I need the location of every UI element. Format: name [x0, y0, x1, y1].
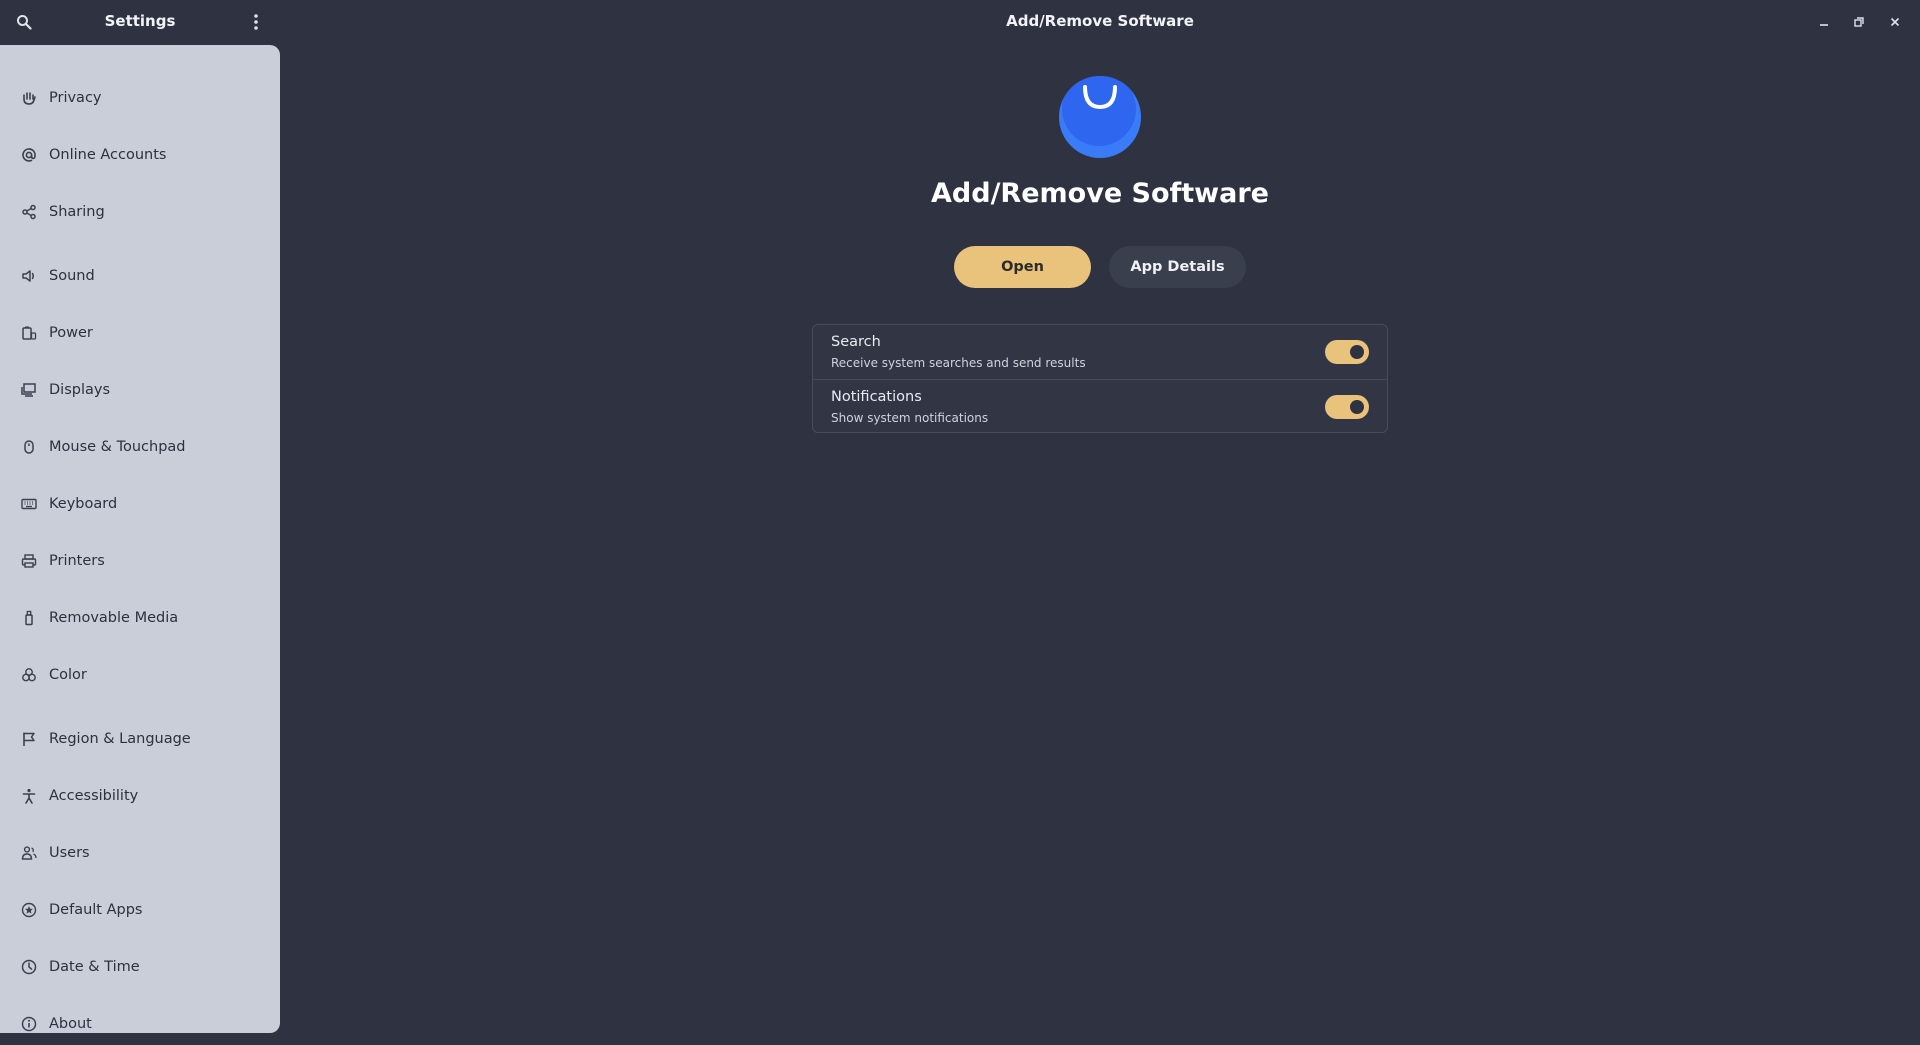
- sidebar-item-label: About: [49, 1016, 92, 1032]
- sidebar-item-label: Date & Time: [49, 959, 140, 975]
- sidebar-item-label: Power: [49, 325, 93, 341]
- hand-icon: [19, 88, 39, 108]
- sidebar-item-region-language[interactable]: Region & Language: [0, 715, 280, 763]
- maximize-icon[interactable]: [1847, 10, 1871, 34]
- sidebar-item-label: Color: [49, 667, 87, 683]
- accessibility-icon: [19, 786, 39, 806]
- sidebar-item-printers[interactable]: Printers: [0, 537, 280, 585]
- app-title: Add/Remove Software: [931, 178, 1269, 209]
- minimize-icon[interactable]: [1812, 10, 1836, 34]
- flag-icon: [19, 729, 39, 749]
- sidebar-item-keyboard[interactable]: Keyboard: [0, 480, 280, 528]
- sidebar-item-label: Keyboard: [49, 496, 118, 512]
- sidebar-item-label: Removable Media: [49, 610, 179, 626]
- clock-icon: [19, 957, 39, 977]
- users-icon: [19, 843, 39, 863]
- setting-subtitle: Receive system searches and send results: [831, 356, 1086, 370]
- sidebar-item-label: Displays: [49, 382, 111, 398]
- sidebar-item-about[interactable]: About: [0, 1000, 280, 1045]
- usb-icon: [19, 608, 39, 628]
- setting-title: Search: [831, 334, 881, 350]
- app-icon: [1059, 76, 1141, 158]
- search-icon[interactable]: [12, 10, 36, 34]
- kebab-menu-icon[interactable]: [244, 10, 268, 34]
- window-title: Add/Remove Software: [1006, 12, 1194, 30]
- sidebar-item-label: Sound: [49, 268, 95, 284]
- sidebar-item-label: Default Apps: [49, 902, 143, 918]
- speaker-icon: [19, 266, 39, 286]
- sidebar: Privacy Online Accounts Sharing Sound Po…: [0, 45, 280, 1033]
- info-icon: [19, 1014, 39, 1034]
- setting-subtitle: Show system notifications: [831, 411, 989, 425]
- setting-title: Notifications: [831, 389, 922, 405]
- sidebar-item-accessibility[interactable]: Accessibility: [0, 772, 280, 820]
- header-bar: Settings Add/Remove Software: [0, 0, 1920, 44]
- sidebar-item-date-time[interactable]: Date & Time: [0, 943, 280, 991]
- sidebar-item-label: Printers: [49, 553, 105, 569]
- sidebar-item-label: Online Accounts: [49, 147, 167, 163]
- search-toggle[interactable]: [1325, 340, 1369, 364]
- sidebar-item-label: Sharing: [49, 204, 105, 220]
- at-icon: [19, 145, 39, 165]
- app-details-button[interactable]: App Details: [1109, 246, 1246, 288]
- sidebar-item-removable-media[interactable]: Removable Media: [0, 594, 280, 642]
- sidebar-item-power[interactable]: Power: [0, 309, 280, 357]
- mouse-icon: [19, 437, 39, 457]
- sidebar-item-displays[interactable]: Displays: [0, 366, 280, 414]
- setting-row-notifications: Notifications Show system notifications: [813, 379, 1387, 433]
- close-icon[interactable]: [1883, 10, 1907, 34]
- sidebar-item-privacy[interactable]: Privacy: [0, 74, 280, 122]
- sidebar-item-mouse-touchpad[interactable]: Mouse & Touchpad: [0, 423, 280, 471]
- sidebar-item-sound[interactable]: Sound: [0, 252, 280, 300]
- star-icon: [19, 900, 39, 920]
- sidebar-item-online-accounts[interactable]: Online Accounts: [0, 131, 280, 179]
- sidebar-item-label: Users: [49, 845, 90, 861]
- keyboard-icon: [19, 494, 39, 514]
- permissions-list: Search Receive system searches and send …: [812, 324, 1388, 433]
- sidebar-item-label: Privacy: [49, 90, 102, 106]
- setting-row-search: Search Receive system searches and send …: [813, 325, 1387, 379]
- settings-window: Settings Add/Remove Software Privacy Onl…: [0, 0, 1920, 1045]
- printer-icon: [19, 551, 39, 571]
- sidebar-item-label: Mouse & Touchpad: [49, 439, 186, 455]
- battery-icon: [19, 323, 39, 343]
- open-button[interactable]: Open: [954, 246, 1091, 288]
- color-icon: [19, 665, 39, 685]
- sidebar-title: Settings: [104, 12, 176, 30]
- share-icon: [19, 202, 39, 222]
- sidebar-item-label: Region & Language: [49, 731, 191, 747]
- sidebar-item-label: Accessibility: [49, 788, 139, 804]
- notifications-toggle[interactable]: [1325, 395, 1369, 419]
- display-icon: [19, 380, 39, 400]
- sidebar-item-sharing[interactable]: Sharing: [0, 188, 280, 236]
- sidebar-item-users[interactable]: Users: [0, 829, 280, 877]
- sidebar-item-default-apps[interactable]: Default Apps: [0, 886, 280, 934]
- sidebar-item-color[interactable]: Color: [0, 651, 280, 699]
